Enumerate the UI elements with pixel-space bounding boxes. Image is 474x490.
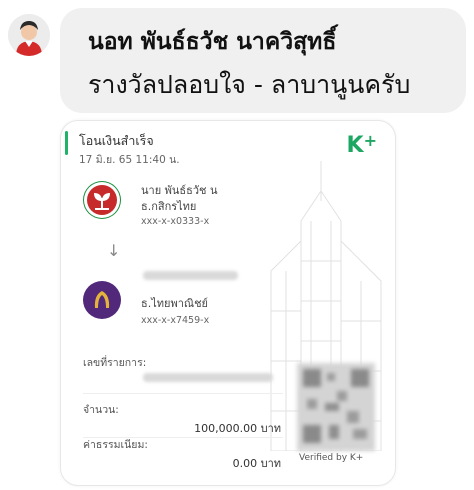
receiver-name-blurred: [143, 271, 238, 280]
avatar-icon: [8, 14, 50, 56]
qr-code-icon: [297, 363, 375, 451]
fee-value: 0.00 บาท: [232, 457, 281, 470]
kplus-letter: K: [346, 133, 364, 158]
chat-bubble: นอท พันธ์ธวัช นาควิสุทธิ์ รางวัลปลอบใจ -…: [60, 8, 466, 113]
amount-value: 100,000.00 บาท: [194, 422, 281, 435]
divider: [83, 393, 283, 394]
fee-label: ค่าธรรมเนียม:: [83, 439, 148, 451]
avatar[interactable]: [8, 14, 50, 56]
slip-datetime: 17 มิ.ย. 65 11:40 น.: [79, 154, 180, 166]
sender-bank: ธ.กสิกรไทย: [141, 200, 197, 213]
kbank-logo-icon: [83, 181, 121, 219]
slip-title: โอนเงินสำเร็จ: [79, 133, 154, 148]
amount-label: จำนวน:: [83, 404, 119, 416]
verified-text: Verified by K+: [299, 453, 364, 463]
message-text: รางวัลปลอบใจ - ลาบานูนครับ: [88, 70, 411, 99]
reference-label: เลขที่รายการ:: [83, 357, 147, 369]
kplus-logo: K+: [346, 131, 377, 158]
receiver-account-number: xxx-x-x7459-x: [141, 315, 210, 326]
sender-name[interactable]: นอท พันธ์ธวัช นาควิสุทธิ์: [88, 24, 336, 60]
receiver-bank: ธ.ไทยพาณิชย์: [141, 297, 208, 310]
scb-logo-icon: [83, 281, 121, 319]
title-accent-bar: [65, 131, 68, 155]
transfer-slip-image[interactable]: โอนเงินสำเร็จ 17 มิ.ย. 65 11:40 น. K+ นา…: [60, 120, 396, 486]
reference-number-blurred: [143, 373, 273, 382]
kplus-plus: +: [363, 131, 377, 150]
transfer-arrow: ↓: [107, 241, 121, 260]
sender-account-number: xxx-x-x0333-x: [141, 216, 210, 227]
